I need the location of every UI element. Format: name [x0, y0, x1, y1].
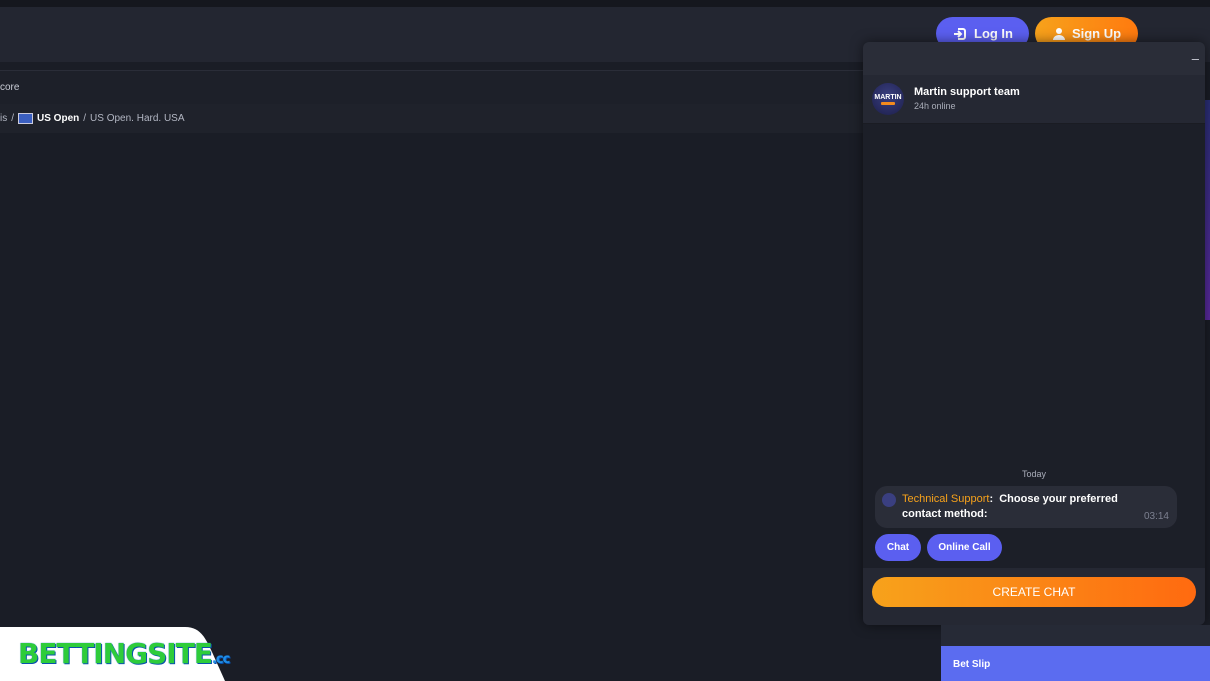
team-status: 24h online	[914, 101, 956, 111]
message-body: Technical Support: Choose your preferred…	[902, 493, 1118, 520]
breadcrumb-item-sport[interactable]: is	[0, 113, 7, 124]
avatar-text: MARTIN	[874, 93, 902, 101]
login-icon	[954, 27, 966, 40]
create-chat-button[interactable]: CREATE CHAT	[872, 577, 1196, 607]
minimize-icon[interactable]: –	[1192, 52, 1199, 65]
top-strip	[0, 0, 1210, 7]
message-time: 03:14	[1143, 511, 1169, 522]
score-tab-label[interactable]: core	[0, 82, 19, 93]
signup-label: Sign Up	[1071, 26, 1122, 41]
user-icon	[1052, 27, 1065, 40]
chat-titlebar: –	[863, 42, 1205, 75]
breadcrumb-item-event: US Open. Hard. USA	[90, 113, 185, 124]
side-banner-edge	[1205, 100, 1210, 320]
avatar-logo-bar	[881, 101, 895, 105]
chat-team-header: MARTIN Martin support team 24h online	[863, 75, 1205, 124]
option-chat-button[interactable]: Chat	[875, 534, 921, 561]
betslip-background	[941, 625, 1210, 646]
breadcrumb-separator: /	[11, 113, 15, 124]
date-separator: Today	[1021, 469, 1047, 479]
watermark-logo: BETTINGSITE.cc	[0, 627, 230, 681]
team-avatar: MARTIN	[872, 83, 904, 115]
support-chat-widget: – MARTIN Martin support team 24h online …	[863, 42, 1205, 625]
team-name: Martin support team	[914, 86, 1020, 98]
chat-message: Technical Support: Choose your preferred…	[875, 486, 1177, 528]
message-sender: Technical Support	[902, 493, 990, 505]
login-label: Log In	[974, 26, 1013, 41]
breadcrumb: is / US Open / US Open. Hard. USA	[0, 104, 863, 133]
logo-text: BETTINGSITE.cc	[18, 637, 230, 670]
sender-avatar	[882, 493, 896, 507]
usa-flag-icon	[18, 113, 34, 124]
bet-slip-tab[interactable]: Bet Slip	[941, 646, 1210, 681]
option-online-call-button[interactable]: Online Call	[927, 534, 1002, 561]
breadcrumb-item-tournament[interactable]: US Open	[37, 113, 79, 124]
bet-slip-label: Bet Slip	[953, 659, 991, 670]
score-bar: core	[0, 70, 863, 105]
breadcrumb-separator: /	[83, 113, 87, 124]
chat-footer: CREATE CHAT	[863, 568, 1205, 625]
